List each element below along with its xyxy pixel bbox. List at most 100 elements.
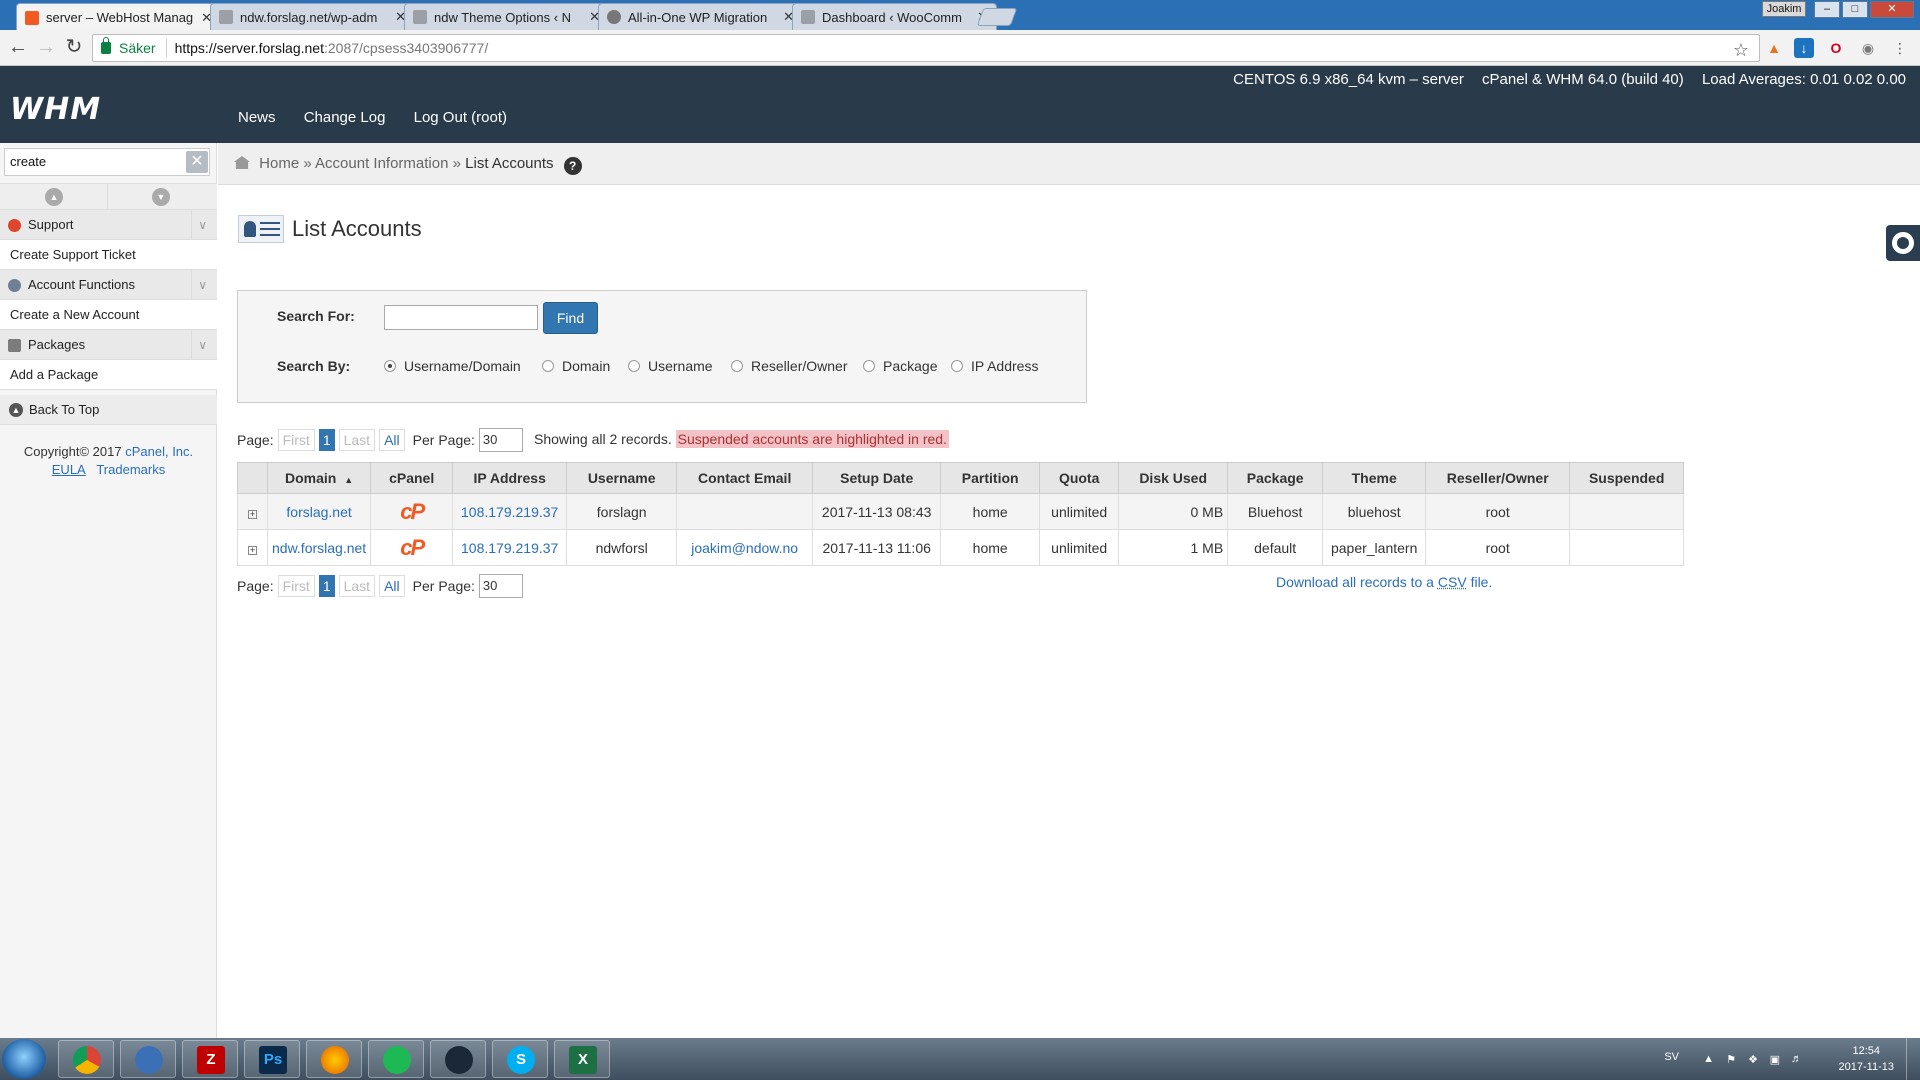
sidebar-category-packages[interactable]: Packages ∨ — [0, 330, 217, 360]
show-hidden-icons-icon[interactable]: ▲ — [1703, 1053, 1714, 1065]
action-center-flag-icon[interactable]: ⚑ — [1726, 1053, 1736, 1066]
sidebar-category-support[interactable]: Support ∨ — [0, 210, 217, 240]
column-header-domain[interactable]: Domain ▲ — [266, 462, 372, 494]
back-arrow-icon[interactable]: ← — [6, 36, 30, 60]
chevron-down-icon[interactable]: ∨ — [191, 330, 207, 360]
taskbar-excel[interactable]: X — [554, 1040, 610, 1078]
profile-button[interactable]: Joakim — [1762, 1, 1806, 17]
email-link[interactable]: joakim@ndow.no — [691, 540, 798, 556]
help-icon[interactable]: ? — [563, 157, 582, 175]
taskbar-photoshop[interactable]: Ps — [244, 1040, 300, 1078]
current-page-button[interactable]: 1 — [318, 575, 335, 597]
first-page-button[interactable]: First — [277, 575, 315, 597]
all-pages-button[interactable]: All — [379, 429, 405, 451]
column-header-setup-date[interactable]: Setup Date — [812, 462, 942, 494]
find-button[interactable]: Find — [543, 302, 598, 334]
eula-link[interactable]: EULA — [52, 462, 86, 477]
taskbar-skype[interactable]: S — [492, 1040, 548, 1078]
radio-button[interactable] — [951, 360, 963, 372]
column-header-cpanel[interactable]: cPanel — [370, 462, 454, 494]
per-page-input[interactable]: 30 — [478, 574, 523, 598]
opera-extension-icon[interactable]: O — [1826, 38, 1846, 58]
download-extension-icon[interactable]: ↓ — [1794, 38, 1814, 58]
browser-tab-wp-admin[interactable]: ndw.forslag.net/wp-adm ✕ — [210, 3, 415, 30]
cpanel-logo-icon[interactable]: cP — [400, 536, 425, 558]
column-header-package[interactable]: Package — [1227, 462, 1324, 494]
radio-domain[interactable]: Domain — [542, 358, 610, 374]
taskbar-chrome[interactable] — [58, 1040, 114, 1078]
sidebar-item-create-new-account[interactable]: Create a New Account — [0, 300, 217, 330]
taskbar-spotify[interactable] — [368, 1040, 424, 1078]
column-header-contact-email[interactable]: Contact Email — [676, 462, 814, 494]
current-page-button[interactable]: 1 — [318, 429, 335, 451]
radio-package[interactable]: Package — [863, 358, 937, 374]
search-input[interactable] — [384, 305, 538, 330]
taskbar-thunderbird[interactable] — [120, 1040, 176, 1078]
radio-ip-address[interactable]: IP Address — [951, 358, 1038, 374]
browser-tab-wp-migration[interactable]: All-in-One WP Migration ✕ — [598, 3, 803, 30]
sidebar-item-add-package[interactable]: Add a Package — [0, 360, 217, 390]
cpanel-company-link[interactable]: cPanel, Inc. — [125, 444, 193, 459]
first-page-button[interactable]: First — [277, 429, 315, 451]
per-page-input[interactable]: 30 — [478, 428, 523, 452]
clock[interactable]: 12:54 2017-11-13 — [1839, 1043, 1894, 1075]
home-icon[interactable] — [234, 156, 250, 169]
column-header-disk-used[interactable]: Disk Used — [1118, 462, 1229, 494]
radio-username[interactable]: Username — [628, 358, 713, 374]
browser-tab-theme-options[interactable]: ndw Theme Options ‹ N ✕ — [404, 3, 609, 30]
new-tab-button[interactable] — [976, 8, 1018, 26]
radio-button[interactable] — [731, 360, 743, 372]
expand-plus-icon[interactable]: + — [248, 509, 257, 519]
expand-all-icon[interactable]: ▼ — [152, 188, 170, 206]
domain-link[interactable]: forslag.net — [286, 504, 351, 520]
download-csv-link[interactable]: Download all records to a CSV file. — [1276, 574, 1492, 590]
url-bar[interactable]: Säker https://server.forslag.net:2087/cp… — [92, 34, 1760, 62]
forward-arrow-icon[interactable]: → — [34, 36, 58, 60]
column-header-suspended[interactable]: Suspended — [1569, 462, 1685, 494]
sidebar-category-account-functions[interactable]: Account Functions ∨ — [0, 270, 217, 300]
trademarks-link[interactable]: Trademarks — [96, 462, 165, 477]
radio-button[interactable] — [542, 360, 554, 372]
sort-ascending-icon[interactable]: ▲ — [344, 475, 353, 485]
support-tab[interactable] — [1886, 225, 1920, 261]
chevron-down-icon[interactable]: ∨ — [191, 210, 207, 240]
bookmark-star-icon[interactable]: ☆ — [1733, 37, 1749, 63]
back-to-top-link[interactable]: ▲ Back To Top — [0, 395, 217, 425]
taskbar-firefox[interactable] — [306, 1040, 362, 1078]
minimize-window-button[interactable]: – — [1814, 1, 1840, 18]
browser-tab-whm[interactable]: server – WebHost Manag ✕ — [16, 3, 221, 31]
radio-button[interactable] — [628, 360, 640, 372]
last-page-button[interactable]: Last — [338, 575, 376, 597]
dropbox-icon[interactable]: ❖ — [1748, 1053, 1758, 1066]
menu-icon[interactable]: ⋮ — [1890, 38, 1910, 58]
taskbar-filezilla[interactable]: Z — [182, 1040, 238, 1078]
nav-news-link[interactable]: News — [238, 109, 276, 126]
browser-tab-woocommerce[interactable]: Dashboard ‹ WooComm ✕ — [792, 3, 997, 30]
breadcrumb-home[interactable]: Home — [259, 155, 299, 172]
column-header-ip-address[interactable]: IP Address — [452, 462, 568, 494]
whm-logo[interactable]: WHM — [10, 92, 101, 127]
network-icon[interactable]: ▣ — [1770, 1053, 1780, 1066]
taskbar-steam[interactable] — [430, 1040, 486, 1078]
maximize-window-button[interactable]: □ — [1842, 1, 1868, 18]
column-header-quota[interactable]: Quota — [1039, 462, 1120, 494]
column-header-username[interactable]: Username — [566, 462, 678, 494]
expand-plus-icon[interactable]: + — [248, 545, 257, 555]
cpanel-logo-icon[interactable]: cP — [400, 500, 425, 522]
all-pages-button[interactable]: All — [379, 575, 405, 597]
domain-link[interactable]: ndw.forslag.net — [272, 540, 366, 556]
radio-button[interactable] — [384, 360, 396, 372]
column-header-reseller-owner[interactable]: Reseller/Owner — [1425, 462, 1571, 494]
clear-search-icon[interactable]: ✕ — [186, 151, 208, 173]
close-window-button[interactable]: ✕ — [1870, 1, 1914, 18]
volume-icon[interactable]: ♬ — [1791, 1053, 1802, 1065]
start-button[interactable] — [2, 1039, 46, 1079]
column-header-theme[interactable]: Theme — [1322, 462, 1427, 494]
ip-link[interactable]: 108.179.219.37 — [461, 540, 558, 556]
language-indicator[interactable]: SV — [1664, 1051, 1679, 1063]
radio-button[interactable] — [863, 360, 875, 372]
camera-extension-icon[interactable]: ◉ — [1858, 38, 1878, 58]
ip-link[interactable]: 108.179.219.37 — [461, 504, 558, 520]
sidebar-item-create-support-ticket[interactable]: Create Support Ticket — [0, 240, 217, 270]
collapse-all-icon[interactable]: ▲ — [45, 188, 63, 206]
